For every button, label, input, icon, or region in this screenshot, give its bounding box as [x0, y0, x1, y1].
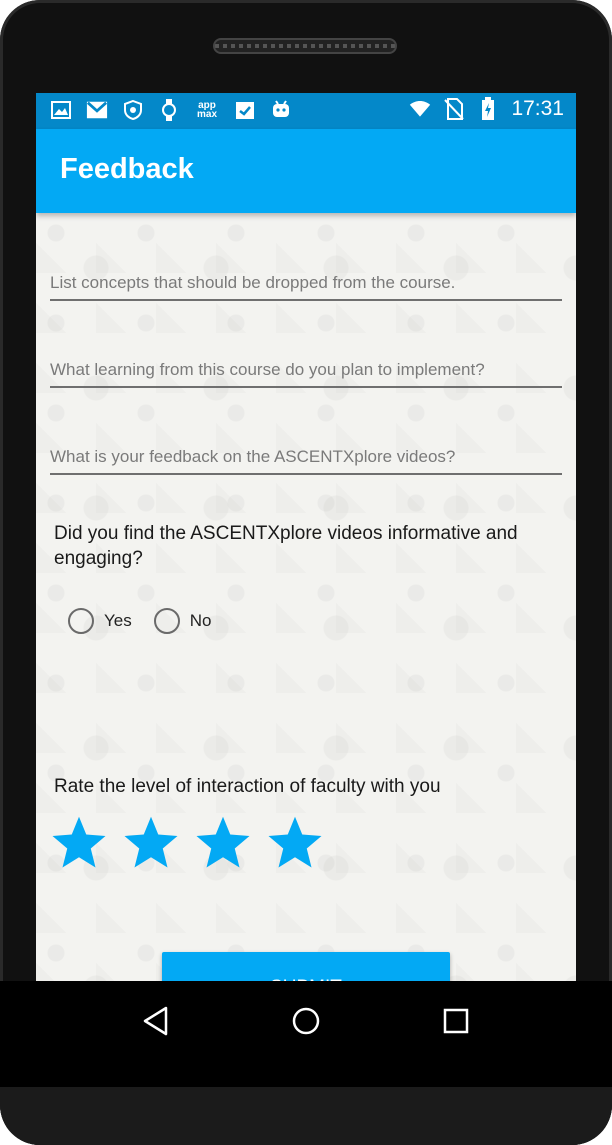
shield-icon — [122, 99, 144, 121]
status-time: 17:31 — [511, 97, 564, 120]
app-bar: Feedback — [36, 129, 576, 213]
recents-icon[interactable] — [436, 1001, 476, 1041]
bottom-bezel — [0, 1087, 612, 1145]
dropped-concepts-field[interactable] — [50, 273, 562, 301]
phone-frame: app max 17:31 Feedback List concepts tha… — [0, 0, 612, 1145]
back-icon[interactable] — [136, 1001, 176, 1041]
image-icon — [50, 99, 72, 121]
rating-question-label: Rate the level of interaction of faculty… — [54, 776, 441, 797]
screen: app max 17:31 Feedback List concepts tha… — [36, 93, 576, 981]
gmail-icon — [86, 99, 108, 121]
dropped-concepts-input[interactable] — [50, 273, 562, 299]
videos-question-label: Did you find the ASCENTXplore videos inf… — [54, 523, 518, 569]
feedback-form: Did you find the ASCENTXplore videos inf… — [36, 213, 576, 981]
clipboard-check-icon — [234, 99, 256, 121]
radio-no[interactable]: No — [153, 608, 212, 634]
star-icon[interactable] — [49, 813, 109, 873]
star-icon[interactable] — [121, 813, 181, 873]
star-icon[interactable] — [193, 813, 253, 873]
radio-no-circle[interactable] — [153, 608, 180, 634]
wifi-icon — [409, 98, 431, 120]
battery-charging-icon — [477, 97, 499, 120]
radio-no-label[interactable]: No — [190, 611, 212, 631]
radio-yes-label[interactable]: Yes — [104, 611, 132, 631]
navigation-bar — [0, 981, 612, 1087]
implement-learning-field[interactable] — [50, 360, 562, 388]
appmax-icon: app max — [196, 100, 217, 120]
submit-button[interactable]: SUBMIT — [162, 952, 450, 981]
no-sim-icon — [443, 98, 465, 120]
speaker-grille — [213, 38, 397, 54]
rating-bar[interactable] — [49, 813, 325, 873]
radio-yes[interactable]: Yes — [68, 608, 132, 634]
watch-icon — [158, 99, 180, 121]
videos-feedback-input[interactable] — [50, 447, 562, 473]
implement-learning-input[interactable] — [50, 360, 562, 386]
videos-feedback-field[interactable] — [50, 447, 562, 475]
radio-yes-circle[interactable] — [68, 608, 94, 634]
home-icon[interactable] — [286, 1001, 326, 1041]
star-icon[interactable] — [265, 813, 325, 873]
status-bar: app max 17:31 — [36, 93, 576, 129]
videos-radio-group: Yes No — [68, 608, 211, 634]
page-title: Feedback — [60, 153, 194, 185]
android-icon — [270, 99, 292, 121]
